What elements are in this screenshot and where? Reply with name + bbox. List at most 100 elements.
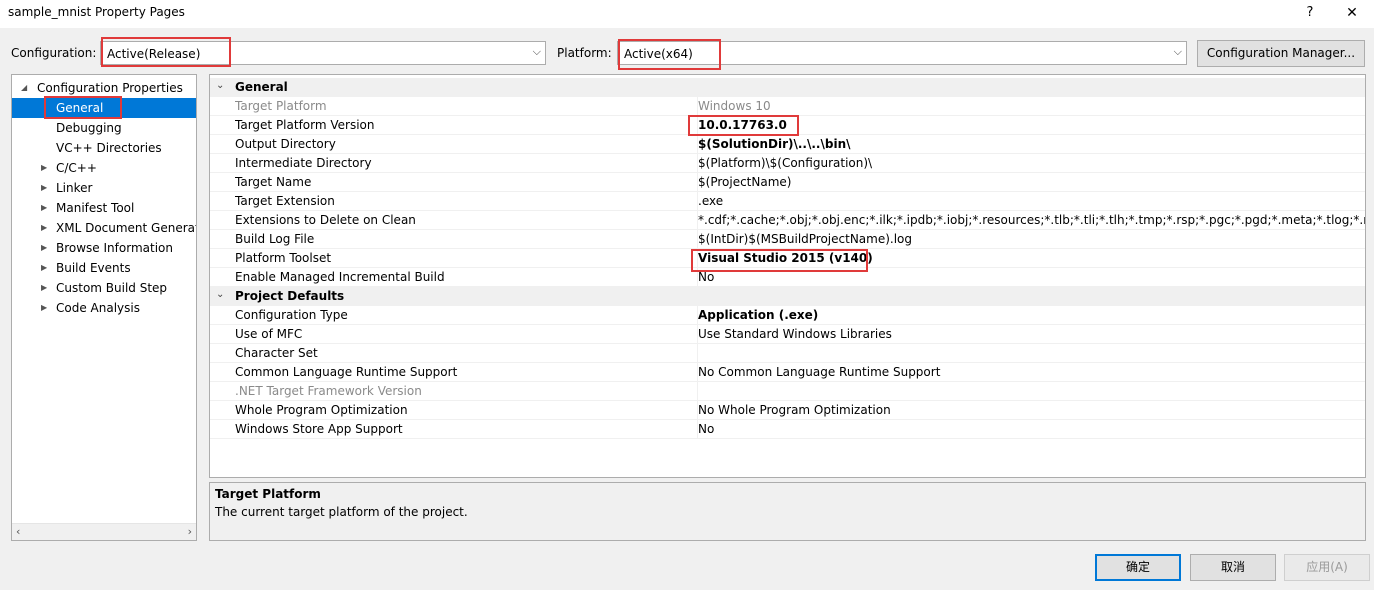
- property-name: Common Language Runtime Support: [235, 365, 458, 379]
- tree-item-label: Debugging: [56, 121, 122, 135]
- grid-row[interactable]: Enable Managed Incremental Build No: [210, 268, 1365, 287]
- scroll-right-icon[interactable]: ›: [188, 525, 192, 538]
- grid-row[interactable]: Target Platform Windows 10: [210, 97, 1365, 116]
- grid-row[interactable]: Configuration Type Application (.exe): [210, 306, 1365, 325]
- grid-row[interactable]: Intermediate Directory $(Platform)\$(Conf…: [210, 154, 1365, 173]
- tree-root-configuration-properties[interactable]: ◢ Configuration Properties: [12, 78, 196, 98]
- property-name: Target Platform: [235, 99, 327, 113]
- ok-button[interactable]: 确定: [1095, 554, 1181, 581]
- tree-item-label: XML Document Generator: [56, 221, 196, 235]
- property-value[interactable]: Use Standard Windows Libraries: [698, 327, 1365, 341]
- chevron-down-icon: ⌵: [532, 45, 541, 58]
- tree-item[interactable]: ▶ Browse Information: [12, 238, 196, 258]
- property-value[interactable]: $(Platform)\$(Configuration)\: [698, 156, 1365, 170]
- property-name: Output Directory: [235, 137, 336, 151]
- property-value[interactable]: No: [698, 270, 1365, 284]
- collapsed-triangle-icon[interactable]: ▶: [41, 198, 47, 218]
- property-tree[interactable]: ◢ Configuration Properties General Debugg…: [11, 74, 197, 541]
- grid-row[interactable]: Target Extension .exe: [210, 192, 1365, 211]
- grid-row[interactable]: Output Directory $(SolutionDir)\..\..\bin…: [210, 135, 1365, 154]
- grid-row[interactable]: Target Platform Version 10.0.17763.0: [210, 116, 1365, 135]
- property-value[interactable]: Application (.exe): [698, 308, 1365, 322]
- collapsed-triangle-icon[interactable]: ▶: [41, 278, 47, 298]
- property-value[interactable]: Visual Studio 2015 (v140): [698, 251, 1365, 265]
- configuration-manager-button[interactable]: Configuration Manager...: [1197, 40, 1365, 67]
- property-name: Build Log File: [235, 232, 315, 246]
- property-value[interactable]: No Whole Program Optimization: [698, 403, 1365, 417]
- tree-horizontal-scrollbar[interactable]: ‹ ›: [12, 523, 196, 540]
- platform-value: Active(x64): [624, 47, 693, 61]
- grid-row[interactable]: Use of MFC Use Standard Windows Libraries: [210, 325, 1365, 344]
- expanded-triangle-icon[interactable]: ◢: [21, 78, 27, 98]
- chevron-down-icon: ⌵: [1173, 45, 1182, 58]
- grid-row[interactable]: Extensions to Delete on Clean *.cdf;*.cac…: [210, 211, 1365, 230]
- tree-item-label: Custom Build Step: [56, 281, 168, 295]
- property-name: Use of MFC: [235, 327, 303, 341]
- property-value[interactable]: .exe: [698, 194, 1365, 208]
- tree-item[interactable]: ▶ Manifest Tool: [12, 198, 196, 218]
- property-value[interactable]: No Common Language Runtime Support: [698, 365, 1365, 379]
- scroll-left-icon[interactable]: ‹: [16, 525, 20, 538]
- collapsed-triangle-icon[interactable]: ▶: [41, 238, 47, 258]
- property-name: Configuration Type: [235, 308, 348, 322]
- tree-item-label: Browse Information: [56, 241, 173, 255]
- property-name: Whole Program Optimization: [235, 403, 408, 417]
- property-name: Target Name: [235, 175, 312, 189]
- configuration-value: Active(Release): [107, 47, 201, 61]
- property-value[interactable]: $(ProjectName): [698, 175, 1365, 189]
- property-value[interactable]: Windows 10: [698, 99, 1365, 113]
- property-value[interactable]: *.cdf;*.cache;*.obj;*.obj.enc;*.ilk;*.ip…: [698, 213, 1365, 227]
- tree-item[interactable]: General: [12, 98, 196, 118]
- description-panel: Target Platform The current target platf…: [209, 482, 1366, 541]
- grid-row[interactable]: .NET Target Framework Version: [210, 382, 1365, 401]
- tree-root-label: Configuration Properties: [37, 81, 183, 95]
- tree-item[interactable]: ▶ Build Events: [12, 258, 196, 278]
- grid-row[interactable]: Build Log File $(IntDir)$(MSBuildProjectN…: [210, 230, 1365, 249]
- property-name: Platform Toolset: [235, 251, 332, 265]
- tree-item[interactable]: ▶ Custom Build Step: [12, 278, 196, 298]
- help-button[interactable]: ?: [1300, 3, 1320, 23]
- tree-item[interactable]: ▶ C/C++: [12, 158, 196, 178]
- property-value[interactable]: $(IntDir)$(MSBuildProjectName).log: [698, 232, 1365, 246]
- property-grid[interactable]: ⌄ General Target Platform Windows 10 Target …: [209, 74, 1366, 478]
- grid-row[interactable]: Target Name $(ProjectName): [210, 173, 1365, 192]
- tree-item[interactable]: ▶ XML Document Generator: [12, 218, 196, 238]
- chevron-down-icon[interactable]: ⌄: [216, 289, 224, 300]
- grid-category-label: Project Defaults: [235, 289, 345, 303]
- grid-row[interactable]: Common Language Runtime Support No Common…: [210, 363, 1365, 382]
- property-name: Intermediate Directory: [235, 156, 372, 170]
- grid-category[interactable]: ⌄ General: [210, 78, 1365, 97]
- property-value[interactable]: No: [698, 422, 1365, 436]
- cancel-button[interactable]: 取消: [1190, 554, 1276, 581]
- collapsed-triangle-icon[interactable]: ▶: [41, 258, 47, 278]
- grid-category[interactable]: ⌄ Project Defaults: [210, 287, 1365, 306]
- property-value[interactable]: $(SolutionDir)\..\..\bin\: [698, 137, 1365, 151]
- property-name: .NET Target Framework Version: [235, 384, 422, 398]
- collapsed-triangle-icon[interactable]: ▶: [41, 298, 47, 318]
- tree-item[interactable]: VC++ Directories: [12, 138, 196, 158]
- configuration-label: Configuration:: [11, 46, 97, 60]
- tree-item[interactable]: ▶ Code Analysis: [12, 298, 196, 318]
- chevron-down-icon[interactable]: ⌄: [216, 80, 224, 91]
- configuration-dropdown[interactable]: Active(Release) ⌵: [100, 41, 546, 65]
- grid-row[interactable]: Platform Toolset Visual Studio 2015 (v140…: [210, 249, 1365, 268]
- platform-dropdown[interactable]: Active(x64) ⌵: [617, 41, 1187, 65]
- tree-item-label: Build Events: [56, 261, 131, 275]
- tree-item[interactable]: ▶ Linker: [12, 178, 196, 198]
- property-name: Target Platform Version: [235, 118, 375, 132]
- grid-row[interactable]: Whole Program Optimization No Whole Progr…: [210, 401, 1365, 420]
- property-value[interactable]: 10.0.17763.0: [698, 118, 1365, 132]
- tree-item-label: C/C++: [56, 161, 97, 175]
- property-name: Character Set: [235, 346, 318, 360]
- grid-row[interactable]: Windows Store App Support No: [210, 420, 1365, 439]
- tree-item[interactable]: Debugging: [12, 118, 196, 138]
- window-title: sample_mnist Property Pages: [8, 5, 185, 19]
- property-name: Target Extension: [235, 194, 335, 208]
- apply-button[interactable]: 应用(A): [1284, 554, 1370, 581]
- collapsed-triangle-icon[interactable]: ▶: [41, 178, 47, 198]
- tree-item-label: Manifest Tool: [56, 201, 135, 215]
- collapsed-triangle-icon[interactable]: ▶: [41, 158, 47, 178]
- close-button[interactable]: ✕: [1340, 3, 1364, 23]
- collapsed-triangle-icon[interactable]: ▶: [41, 218, 47, 238]
- grid-row[interactable]: Character Set: [210, 344, 1365, 363]
